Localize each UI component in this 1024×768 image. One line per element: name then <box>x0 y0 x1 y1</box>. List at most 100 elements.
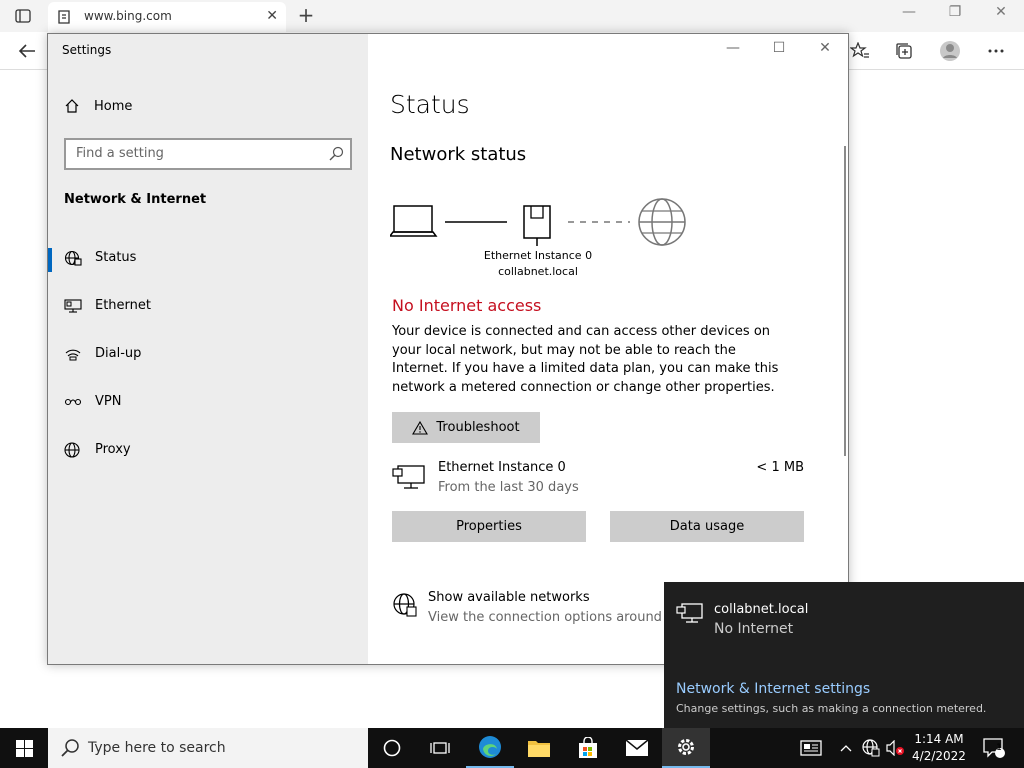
folder-icon <box>528 741 550 757</box>
flyout-network-status: No Internet <box>714 621 794 637</box>
properties-label: Properties <box>456 519 522 534</box>
settings-sidebar: Settings Home Find a setting Network & I… <box>48 34 368 664</box>
browser-close-button[interactable]: ✕ <box>986 4 1016 20</box>
profile-avatar-icon[interactable] <box>939 40 961 62</box>
taskbar-search-placeholder: Type here to search <box>88 740 226 756</box>
volume-muted-icon[interactable] <box>884 728 906 768</box>
action-center-button[interactable]: 1 <box>980 728 1008 768</box>
network-settings-description: Change settings, such as making a connec… <box>676 702 987 715</box>
back-arrow-icon[interactable] <box>16 40 38 62</box>
home-icon <box>65 99 79 113</box>
sidebar-item-status[interactable]: Status <box>48 238 368 278</box>
network-status-heading: Network status <box>390 144 527 165</box>
tab-title: www.bing.com <box>84 9 172 23</box>
gear-icon <box>678 739 694 755</box>
sidebar-item-label: VPN <box>95 394 122 409</box>
vpn-icon <box>64 394 82 410</box>
settings-search-input[interactable]: Find a setting <box>64 138 352 170</box>
flyout-network-name[interactable]: collabnet.local <box>714 602 808 617</box>
browser-tab[interactable]: www.bing.com ✕ <box>48 2 286 32</box>
ethernet-icon <box>64 298 82 314</box>
page-title: Status <box>390 90 470 119</box>
section-heading: Network & Internet <box>64 192 207 207</box>
edge-browser-icon <box>479 736 501 758</box>
mail-button[interactable] <box>613 728 661 768</box>
settings-window: Settings Home Find a setting Network & I… <box>47 33 849 665</box>
network-globe-icon <box>393 593 417 617</box>
ethernet-icon <box>676 603 703 623</box>
nav-home[interactable]: Home <box>64 98 132 114</box>
news-icon <box>800 740 822 756</box>
sidebar-item-vpn[interactable]: VPN <box>48 382 368 422</box>
warning-icon <box>412 420 429 435</box>
show-networks-subtitle: View the connection options around you. <box>428 610 695 625</box>
cortana-button[interactable] <box>368 728 416 768</box>
windows-logo-icon <box>15 739 33 757</box>
sidebar-item-label: Proxy <box>95 442 131 457</box>
troubleshoot-label: Troubleshoot <box>436 420 520 435</box>
adapter-row-usage: < 1 MB <box>756 460 804 475</box>
hidden-icons-chevron-icon[interactable] <box>836 728 856 768</box>
browser-minimize-button[interactable]: — <box>894 4 924 20</box>
more-menu-icon[interactable] <box>985 40 1007 62</box>
internet-globe-icon <box>638 198 686 246</box>
no-internet-status: No Internet access <box>392 296 542 315</box>
network-tray-icon[interactable] <box>860 728 882 768</box>
store-button[interactable] <box>564 728 612 768</box>
sidebar-item-label: Status <box>95 250 137 265</box>
search-icon[interactable] <box>328 146 344 166</box>
troubleshoot-button[interactable]: Troubleshoot <box>392 412 540 443</box>
browser-restore-button[interactable]: ❐ <box>940 4 970 20</box>
adapter-usage-row: Ethernet Instance 0 From the last 30 day… <box>392 458 804 498</box>
settings-content: Status Network status Ethernet Instance … <box>368 34 848 664</box>
notification-count: 1 <box>996 743 1002 753</box>
sidebar-item-proxy[interactable]: Proxy <box>48 430 368 470</box>
show-networks-title: Show available networks <box>428 590 590 605</box>
laptop-icon <box>390 205 438 237</box>
settings-taskbar-button[interactable] <box>662 728 710 768</box>
tab-actions-icon[interactable] <box>12 6 34 26</box>
status-globe-icon <box>64 250 82 266</box>
adapter-label: Ethernet Instance 0 collabnet.local <box>468 248 608 280</box>
collections-icon[interactable] <box>893 40 915 62</box>
task-view-icon <box>430 742 450 754</box>
edge-taskbar-button[interactable] <box>466 728 514 768</box>
sidebar-item-ethernet[interactable]: Ethernet <box>48 286 368 326</box>
status-description: Your device is connected and can access … <box>392 324 779 395</box>
search-icon <box>61 739 79 757</box>
adapter-domain: collabnet.local <box>498 265 578 278</box>
window-title: Settings <box>62 43 112 57</box>
start-button[interactable] <box>0 728 48 768</box>
page-favicon-icon <box>56 9 72 29</box>
favorites-icon[interactable] <box>849 40 871 62</box>
adapter-name: Ethernet Instance 0 <box>483 249 593 262</box>
browser-tab-bar: www.bing.com ✕ + — ❐ ✕ <box>0 0 1024 32</box>
cortana-circle-icon <box>383 739 401 757</box>
nav-home-label: Home <box>94 98 133 114</box>
new-tab-button[interactable]: + <box>296 4 316 26</box>
search-placeholder: Find a setting <box>76 146 164 161</box>
sidebar-item-label: Ethernet <box>95 298 151 313</box>
data-usage-label: Data usage <box>669 519 745 534</box>
tab-close-icon[interactable]: ✕ <box>266 8 278 24</box>
taskbar-clock[interactable]: 1:14 AM 4/2/2022 <box>906 731 972 765</box>
taskbar-search-box[interactable]: Type here to search <box>48 728 368 768</box>
network-settings-link[interactable]: Network & Internet settings <box>676 681 870 697</box>
content-scrollbar[interactable] <box>844 146 846 456</box>
dial-up-icon <box>64 346 82 362</box>
clock-time: 1:14 AM <box>914 732 964 746</box>
news-widget-button[interactable] <box>796 728 826 768</box>
clock-date: 4/2/2022 <box>912 749 966 763</box>
file-explorer-button[interactable] <box>515 728 563 768</box>
sidebar-item-label: Dial-up <box>95 346 142 361</box>
adapter-row-name: Ethernet Instance 0 <box>438 460 566 475</box>
network-flyout: collabnet.local No Internet Network & In… <box>664 582 1024 728</box>
sidebar-item-dial-up[interactable]: Dial-up <box>48 334 368 374</box>
taskbar: Type here to search 1:14 AM 4/2/2022 1 <box>0 728 1024 768</box>
properties-button[interactable]: Properties <box>392 511 586 542</box>
proxy-globe-icon <box>64 442 82 458</box>
task-view-button[interactable] <box>416 728 464 768</box>
mail-envelope-icon <box>625 739 649 756</box>
ethernet-icon <box>392 465 425 489</box>
data-usage-button[interactable]: Data usage <box>610 511 804 542</box>
